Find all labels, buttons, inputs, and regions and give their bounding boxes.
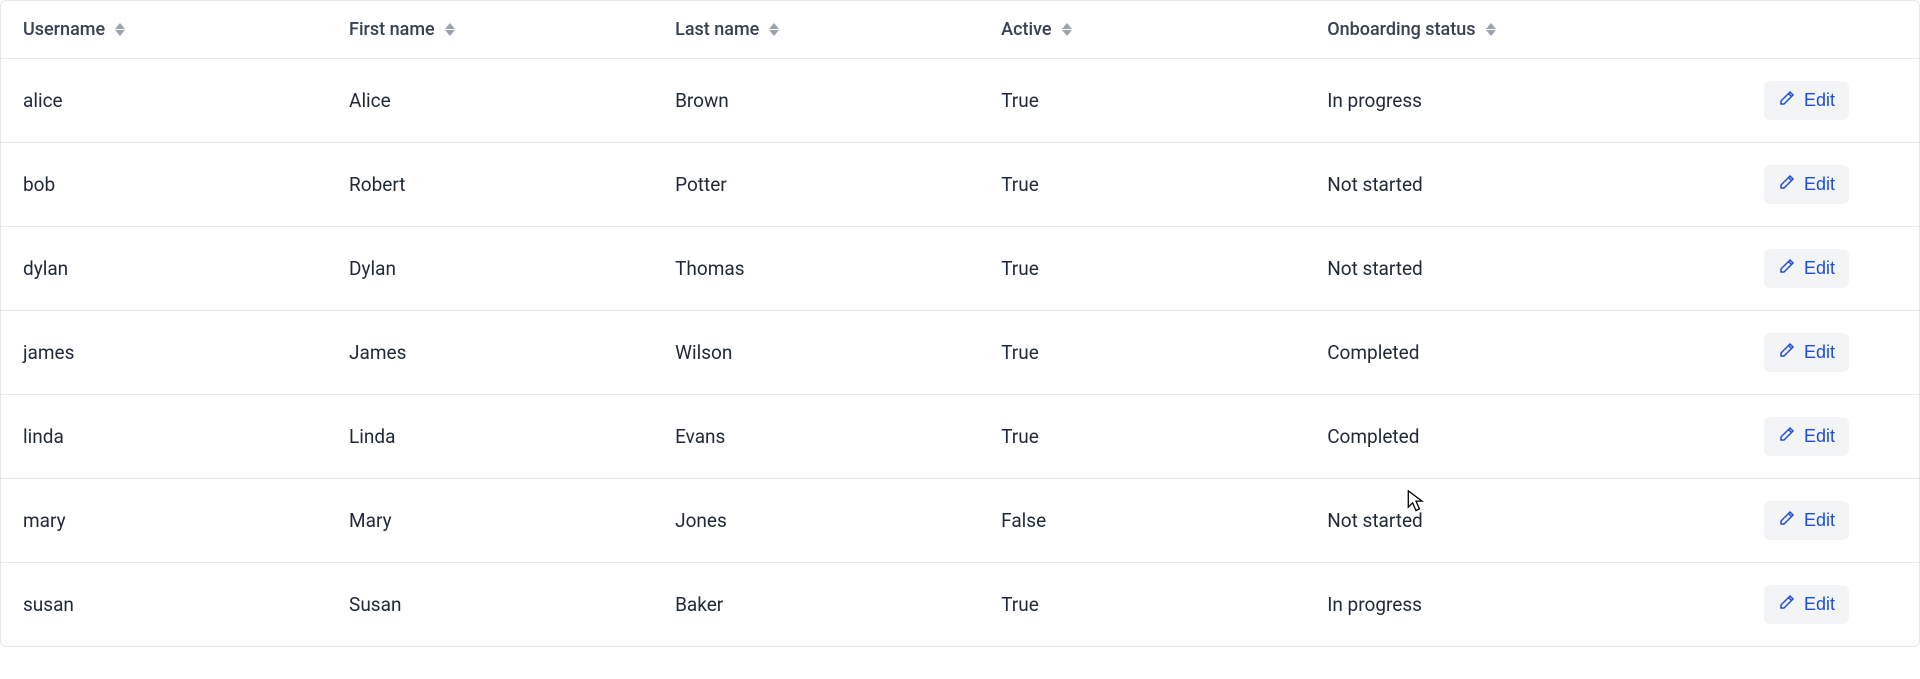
cell-username: dylan — [1, 227, 327, 311]
cell-last-name: Evans — [653, 395, 979, 479]
cell-active: False — [979, 479, 1305, 563]
cell-active: True — [979, 311, 1305, 395]
edit-button-label: Edit — [1804, 510, 1835, 531]
column-header-username[interactable]: Username — [23, 19, 125, 40]
edit-button[interactable]: Edit — [1764, 501, 1849, 540]
edit-button[interactable]: Edit — [1764, 81, 1849, 120]
cell-onboarding-status: Not started — [1305, 227, 1650, 311]
edit-button-label: Edit — [1804, 90, 1835, 111]
cell-first-name: James — [327, 311, 653, 395]
edit-button-label: Edit — [1804, 594, 1835, 615]
cell-actions: Edit — [1650, 395, 1919, 479]
users-table-container: Username First name — [0, 0, 1920, 647]
pencil-icon — [1778, 257, 1796, 280]
table-row: bobRobertPotterTrueNot started Edit — [1, 143, 1919, 227]
edit-button[interactable]: Edit — [1764, 417, 1849, 456]
cell-onboarding-status: Not started — [1305, 479, 1650, 563]
cell-actions: Edit — [1650, 479, 1919, 563]
table-row: lindaLindaEvansTrueCompleted Edit — [1, 395, 1919, 479]
cell-last-name: Jones — [653, 479, 979, 563]
edit-button[interactable]: Edit — [1764, 585, 1849, 624]
column-header-onboarding-status[interactable]: Onboarding status — [1327, 19, 1495, 40]
cell-active: True — [979, 563, 1305, 647]
cell-username: mary — [1, 479, 327, 563]
cell-last-name: Wilson — [653, 311, 979, 395]
table-row: susanSusanBakerTrueIn progress Edit — [1, 563, 1919, 647]
cell-onboarding-status: In progress — [1305, 59, 1650, 143]
pencil-icon — [1778, 509, 1796, 532]
cell-username: susan — [1, 563, 327, 647]
cell-onboarding-status: Completed — [1305, 311, 1650, 395]
cell-onboarding-status: In progress — [1305, 563, 1650, 647]
cell-active: True — [979, 395, 1305, 479]
sort-icon — [115, 23, 125, 36]
edit-button-label: Edit — [1804, 426, 1835, 447]
cell-first-name: Alice — [327, 59, 653, 143]
cell-username: bob — [1, 143, 327, 227]
column-header-first-name[interactable]: First name — [349, 19, 455, 40]
cell-onboarding-status: Completed — [1305, 395, 1650, 479]
cell-active: True — [979, 143, 1305, 227]
cell-last-name: Baker — [653, 563, 979, 647]
edit-button-label: Edit — [1804, 174, 1835, 195]
sort-icon — [769, 23, 779, 36]
table-row: dylanDylanThomasTrueNot started Edit — [1, 227, 1919, 311]
table-row: jamesJamesWilsonTrueCompleted Edit — [1, 311, 1919, 395]
cell-actions: Edit — [1650, 563, 1919, 647]
sort-icon — [1486, 23, 1496, 36]
cell-actions: Edit — [1650, 227, 1919, 311]
edit-button[interactable]: Edit — [1764, 165, 1849, 204]
pencil-icon — [1778, 593, 1796, 616]
cell-first-name: Linda — [327, 395, 653, 479]
table-row: maryMaryJonesFalseNot started Edit — [1, 479, 1919, 563]
edit-button[interactable]: Edit — [1764, 333, 1849, 372]
table-row: aliceAliceBrownTrueIn progress Edit — [1, 59, 1919, 143]
cell-username: alice — [1, 59, 327, 143]
cell-first-name: Susan — [327, 563, 653, 647]
sort-icon — [1062, 23, 1072, 36]
edit-button-label: Edit — [1804, 258, 1835, 279]
cell-actions: Edit — [1650, 59, 1919, 143]
cell-username: linda — [1, 395, 327, 479]
cell-actions: Edit — [1650, 143, 1919, 227]
edit-button-label: Edit — [1804, 342, 1835, 363]
cell-last-name: Brown — [653, 59, 979, 143]
column-header-last-name[interactable]: Last name — [675, 19, 779, 40]
cell-first-name: Mary — [327, 479, 653, 563]
column-header-label: Onboarding status — [1327, 19, 1475, 40]
pencil-icon — [1778, 89, 1796, 112]
cell-first-name: Dylan — [327, 227, 653, 311]
column-header-label: Active — [1001, 19, 1051, 40]
column-header-label: First name — [349, 19, 435, 40]
cell-last-name: Potter — [653, 143, 979, 227]
column-header-label: Username — [23, 19, 105, 40]
cell-first-name: Robert — [327, 143, 653, 227]
cell-onboarding-status: Not started — [1305, 143, 1650, 227]
pencil-icon — [1778, 173, 1796, 196]
cell-username: james — [1, 311, 327, 395]
table-header-row: Username First name — [1, 1, 1919, 59]
cell-active: True — [979, 227, 1305, 311]
users-table: Username First name — [1, 1, 1919, 646]
column-header-label: Last name — [675, 19, 759, 40]
cell-actions: Edit — [1650, 311, 1919, 395]
cell-last-name: Thomas — [653, 227, 979, 311]
pencil-icon — [1778, 425, 1796, 448]
sort-icon — [445, 23, 455, 36]
pencil-icon — [1778, 341, 1796, 364]
edit-button[interactable]: Edit — [1764, 249, 1849, 288]
cell-active: True — [979, 59, 1305, 143]
column-header-active[interactable]: Active — [1001, 19, 1071, 40]
